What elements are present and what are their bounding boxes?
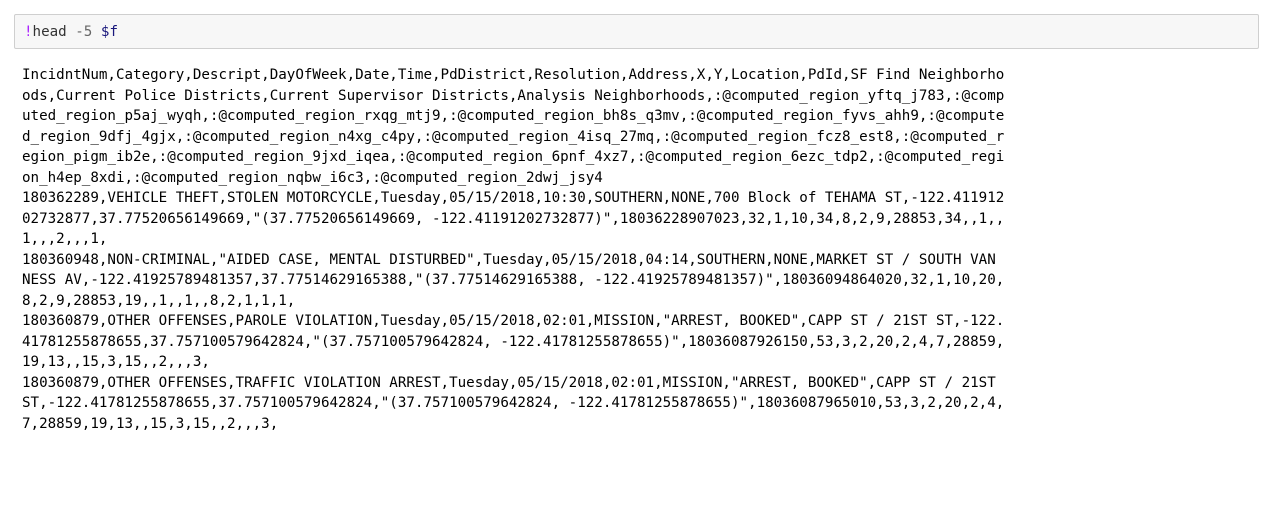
output-line: uted_region_p5aj_wyqh,:@computed_region_… (22, 108, 1005, 124)
output-line: egion_pigm_ib2e,:@computed_region_9jxd_i… (22, 149, 1005, 165)
output-line: 7,28859,19,13,,15,3,15,,2,,,3, (22, 415, 279, 432)
output-line: 180362289,VEHICLE THEFT,STOLEN MOTORCYCL… (22, 190, 1005, 206)
shell-command: head (32, 23, 76, 40)
output-line: IncidntNum,Category,Descript,DayOfWeek,D… (22, 67, 1005, 83)
command-flag: -5 (75, 23, 93, 40)
code-input-area[interactable]: ! head -5 $f (14, 14, 1259, 49)
output-line: 8,2,9,28853,19,,1,,1,,8,2,1,1,1, (22, 292, 296, 309)
output-line: 41781255878655,37.757100579642824,"(37.7… (22, 333, 1005, 350)
shell-escape-operator: ! (24, 23, 33, 40)
notebook-cell[interactable]: ! head -5 $f IncidntNum,Category,Descript… (14, 14, 1259, 434)
output-line: 180360879,OTHER OFFENSES,PAROLE VIOLATIO… (22, 313, 1005, 329)
output-line: d_region_9dfj_4gjx,:@computed_region_n4x… (22, 128, 1005, 145)
output-line: 1,,,2,,,1, (22, 231, 108, 247)
output-line: 180360879,OTHER OFFENSES,TRAFFIC VIOLATI… (22, 374, 996, 391)
command-space (92, 24, 101, 40)
output-line: ST,-122.41781255878655,37.75710057964282… (22, 395, 1005, 411)
output-line: NESS AV,-122.41925789481357,37.775146291… (22, 272, 1005, 288)
output-line: 02732877,37.77520656149669,"(37.77520656… (22, 210, 1005, 227)
output-line: 19,13,,15,3,15,,2,,,3, (22, 354, 210, 370)
output-line: 180360948,NON-CRIMINAL,"AIDED CASE, MENT… (22, 251, 996, 268)
output-line: ods,Current Police Districts,Current Sup… (22, 87, 1005, 104)
file-variable: $f (100, 23, 118, 40)
output-line: on_h4ep_8xdi,:@computed_region_nqbw_i6c3… (22, 169, 603, 186)
cell-output: IncidntNum,Category,Descript,DayOfWeek,D… (14, 65, 1259, 434)
